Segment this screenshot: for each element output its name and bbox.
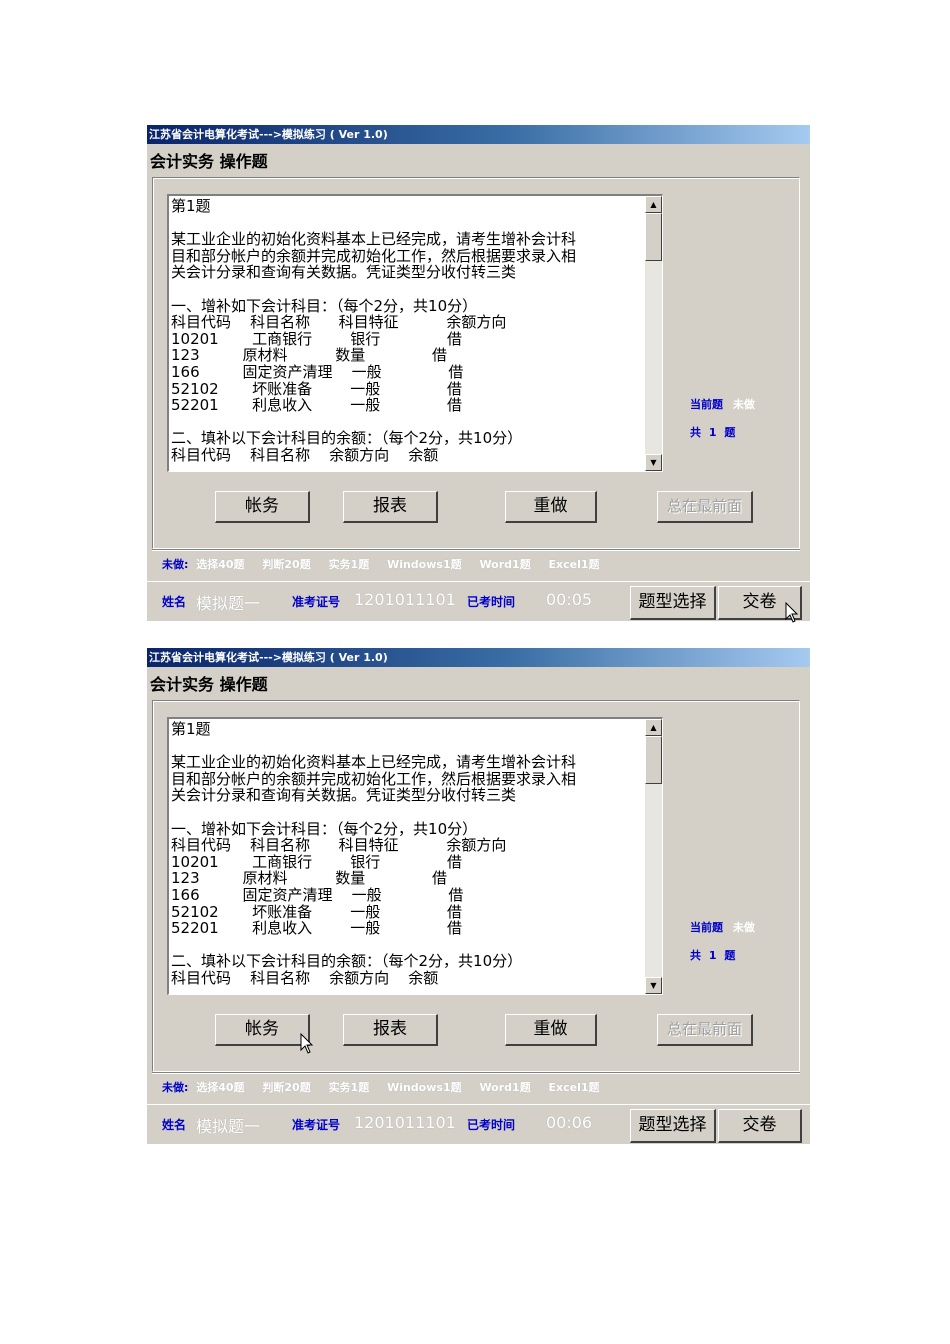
- undone-item: 实务1题: [328, 558, 370, 571]
- current-value: 未做: [732, 398, 755, 411]
- part2-title: 二、填补以下会计科目的余额：（每个2分，共10分）: [171, 952, 523, 971]
- id-value: 1201011101: [354, 1113, 456, 1132]
- submit-button[interactable]: 交卷: [718, 1109, 802, 1143]
- undone-status-bar: 未做: 选择40题 判断20题 实务1题 Windows1题 Word1题 Ex…: [152, 549, 800, 580]
- part2-header: 科目代码 科目名称 余额方向 余额: [171, 968, 439, 987]
- part1-row: 52201 利息收入 一般 借: [171, 919, 462, 938]
- question-text: 第1题 某工业企业的初始化资料基本上已经完成，请考生增补会计科 目和部分帐户的余…: [171, 721, 641, 987]
- undone-item: Windows1题: [387, 1081, 462, 1094]
- section-heading: 会计实务 操作题: [150, 152, 268, 171]
- undone-item: Excel1题: [548, 558, 600, 571]
- question-panel: 第1题 某工业企业的初始化资料基本上已经完成，请考生增补会计科 目和部分帐户的余…: [152, 700, 800, 1072]
- redo-button[interactable]: 重做: [505, 491, 597, 523]
- undone-item: Windows1题: [387, 558, 462, 571]
- part1-row: 10201 工商银行 银行 借: [171, 329, 462, 348]
- question-number: 第1题: [171, 197, 211, 215]
- undone-item: Word1题: [479, 1081, 531, 1094]
- type-select-button[interactable]: 题型选择: [630, 1109, 716, 1143]
- undone-item: Word1题: [479, 558, 531, 571]
- current-label: 当前题: [690, 921, 723, 934]
- current-label: 当前题: [690, 398, 723, 411]
- elapsed-time: 00:06: [546, 1113, 593, 1132]
- time-label: 已考时间: [467, 595, 516, 609]
- vertical-scrollbar[interactable]: ▲ ▼: [645, 719, 662, 994]
- undone-item: Excel1题: [548, 1081, 600, 1094]
- total-count: 共 1 题: [690, 947, 735, 963]
- question-body: 某工业企业的初始化资料基本上已经完成，请考生增补会计科 目和部分帐户的余额并完成…: [171, 230, 577, 282]
- name-value: 模拟题一: [196, 594, 261, 613]
- undone-status-bar: 未做: 选择40题 判断20题 实务1题 Windows1题 Word1题 Ex…: [152, 1072, 800, 1103]
- time-label: 已考时间: [467, 1118, 516, 1132]
- section-heading: 会计实务 操作题: [150, 675, 268, 694]
- mouse-pointer-icon: [785, 602, 799, 623]
- scroll-up-arrow-icon[interactable]: ▲: [645, 719, 662, 736]
- total-suffix: 题: [724, 426, 736, 439]
- part1-row: 52102 坏账准备 一般 借: [171, 379, 462, 398]
- question-textbox[interactable]: 第1题 某工业企业的初始化资料基本上已经完成，请考生增补会计科 目和部分帐户的余…: [167, 194, 663, 472]
- current-question-status: 当前题 未做: [690, 396, 755, 412]
- exam-window-1: 江苏省会计电算化考试--->模拟练习 ( Ver 1.0) 会计实务 操作题 第…: [147, 125, 810, 623]
- window-title: 江苏省会计电算化考试--->模拟练习 ( Ver 1.0): [147, 648, 810, 667]
- question-number: 第1题: [171, 720, 211, 738]
- undone-label: 未做:: [162, 558, 189, 571]
- exam-window-2: 江苏省会计电算化考试--->模拟练习 ( Ver 1.0) 会计实务 操作题 第…: [147, 648, 810, 1144]
- part1-row: 166 固定资产清理 一般 借: [171, 362, 464, 381]
- name-label: 姓名: [162, 595, 187, 609]
- total-count: 共 1 题: [690, 424, 735, 440]
- vertical-scrollbar[interactable]: ▲ ▼: [645, 196, 662, 471]
- total-prefix: 共: [690, 949, 701, 962]
- undone-item: 实务1题: [328, 1081, 370, 1094]
- ledger-button[interactable]: 帐务: [215, 1014, 310, 1046]
- part2-header: 科目代码 科目名称 余额方向 余额: [171, 445, 439, 464]
- id-value: 1201011101: [354, 590, 456, 609]
- current-value: 未做: [732, 921, 755, 934]
- window-title: 江苏省会计电算化考试--->模拟练习 ( Ver 1.0): [147, 125, 810, 144]
- report-button[interactable]: 报表: [343, 491, 438, 523]
- footer-bar: 姓名 模拟题一 准考证号 1201011101 已考时间 00:05 题型选择 …: [147, 581, 810, 621]
- undone-item: 选择40题: [196, 1081, 245, 1094]
- scroll-thumb[interactable]: [645, 213, 662, 261]
- question-panel: 第1题 某工业企业的初始化资料基本上已经完成，请考生增补会计科 目和部分帐户的余…: [152, 177, 800, 549]
- elapsed-time: 00:05: [546, 590, 593, 609]
- scroll-thumb[interactable]: [645, 736, 662, 784]
- part1-row: 123 原材料 数量 借: [171, 869, 447, 888]
- question-textbox[interactable]: 第1题 某工业企业的初始化资料基本上已经完成，请考生增补会计科 目和部分帐户的余…: [167, 717, 663, 995]
- name-label: 姓名: [162, 1118, 187, 1132]
- type-select-button[interactable]: 题型选择: [630, 586, 716, 620]
- id-label: 准考证号: [292, 595, 341, 609]
- part1-row: 52201 利息收入 一般 借: [171, 396, 462, 415]
- undone-item: 判断20题: [262, 1081, 311, 1094]
- part2-title: 二、填补以下会计科目的余额：（每个2分，共10分）: [171, 429, 523, 448]
- current-question-status: 当前题 未做: [690, 919, 755, 935]
- ledger-button[interactable]: 帐务: [215, 491, 310, 523]
- mouse-pointer-icon: [300, 1033, 314, 1054]
- undone-item: 选择40题: [196, 558, 245, 571]
- part1-title: 一、增补如下会计科目：（每个2分，共10分）: [171, 819, 478, 838]
- total-number: 1: [708, 949, 717, 962]
- total-suffix: 题: [724, 949, 736, 962]
- question-text: 第1题 某工业企业的初始化资料基本上已经完成，请考生增补会计科 目和部分帐户的余…: [171, 198, 641, 464]
- scroll-down-arrow-icon[interactable]: ▼: [645, 454, 662, 471]
- always-on-top-button[interactable]: 总在最前面: [657, 491, 753, 523]
- part1-title: 一、增补如下会计科目：（每个2分，共10分）: [171, 296, 478, 315]
- report-button[interactable]: 报表: [343, 1014, 438, 1046]
- name-value: 模拟题一: [196, 1117, 261, 1136]
- undone-label: 未做:: [162, 1081, 189, 1094]
- always-on-top-button[interactable]: 总在最前面: [657, 1014, 753, 1046]
- part1-row: 123 原材料 数量 借: [171, 346, 447, 365]
- undone-item: 判断20题: [262, 558, 311, 571]
- redo-button[interactable]: 重做: [505, 1014, 597, 1046]
- scroll-up-arrow-icon[interactable]: ▲: [645, 196, 662, 213]
- id-label: 准考证号: [292, 1118, 341, 1132]
- total-number: 1: [708, 426, 717, 439]
- part1-row: 10201 工商银行 银行 借: [171, 852, 462, 871]
- part1-header: 科目代码 科目名称 科目特征 余额方向: [171, 836, 507, 855]
- question-body: 某工业企业的初始化资料基本上已经完成，请考生增补会计科 目和部分帐户的余额并完成…: [171, 753, 577, 805]
- part1-row: 166 固定资产清理 一般 借: [171, 885, 464, 904]
- footer-bar: 姓名 模拟题一 准考证号 1201011101 已考时间 00:06 题型选择 …: [147, 1104, 810, 1144]
- part1-row: 52102 坏账准备 一般 借: [171, 902, 462, 921]
- scroll-down-arrow-icon[interactable]: ▼: [645, 977, 662, 994]
- part1-header: 科目代码 科目名称 科目特征 余额方向: [171, 313, 507, 332]
- total-prefix: 共: [690, 426, 701, 439]
